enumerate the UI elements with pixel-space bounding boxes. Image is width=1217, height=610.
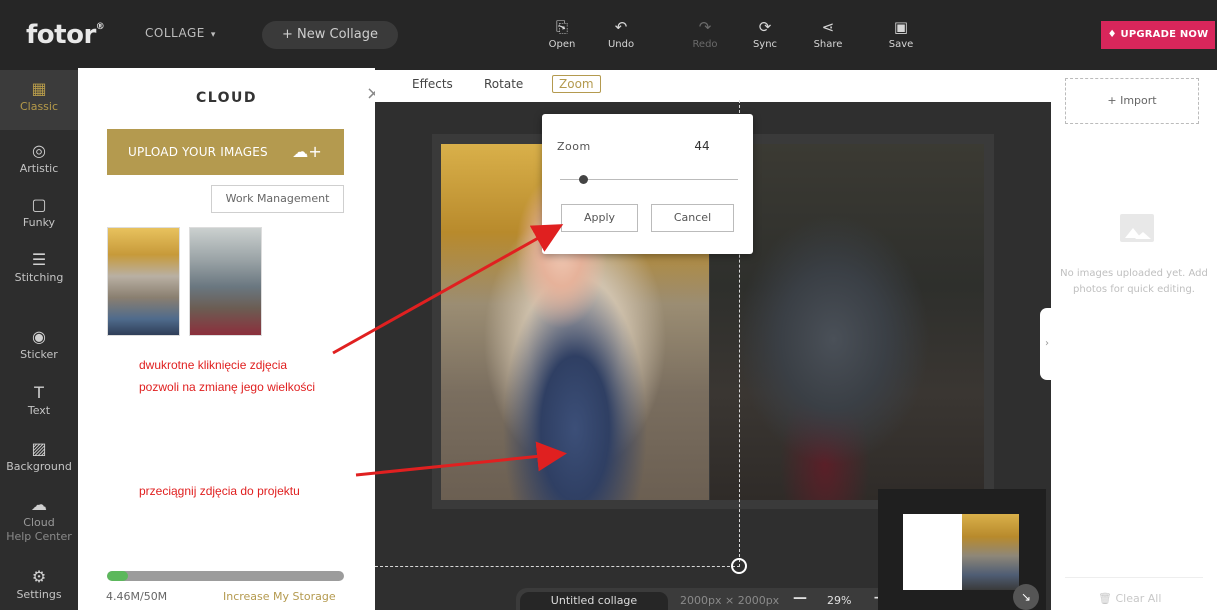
chevron-down-icon: ▾ xyxy=(210,30,216,40)
save-button[interactable]: ▣ Save xyxy=(876,18,926,50)
nav-artistic[interactable]: ◎ Artistic xyxy=(0,141,78,176)
fotor-logo[interactable]: fotor® xyxy=(26,20,105,50)
empty-state-text: No images uploaded yet. Add photos for q… xyxy=(1060,268,1208,295)
grid-icon: ▦ xyxy=(31,79,47,98)
tab-zoom[interactable]: Zoom xyxy=(552,75,601,93)
nav-stitching[interactable]: ☰ Stitching xyxy=(0,250,78,285)
rotate-handle[interactable] xyxy=(731,558,747,574)
divider xyxy=(1065,577,1203,578)
funky-icon: ▢ xyxy=(31,195,47,214)
trash-icon: 🗑 xyxy=(1098,592,1112,605)
sync-icon: ⟳ xyxy=(758,18,772,36)
work-management-button[interactable]: Work Management xyxy=(211,185,344,213)
zoom-slider-handle[interactable] xyxy=(579,175,588,184)
increase-storage-link[interactable]: Increase My Storage xyxy=(223,590,336,603)
sticker-icon: ◉ xyxy=(32,327,46,346)
zoom-value-input[interactable] xyxy=(672,134,732,158)
nav-help-center[interactable]: Help Center xyxy=(0,530,78,543)
undo-icon: ↶ xyxy=(614,18,628,36)
save-icon: ▣ xyxy=(893,18,909,36)
minimap-photo xyxy=(962,514,1019,590)
cloud-icon: ☁ xyxy=(31,495,47,514)
settings-icon: ⚙ xyxy=(31,567,47,586)
import-button[interactable]: + Import xyxy=(1065,78,1199,124)
annotation-text: przeciągnij zdjęcia do projektu xyxy=(139,484,300,498)
resize-guide xyxy=(375,566,740,567)
zoom-out-button[interactable]: — xyxy=(793,590,807,606)
nav-classic[interactable]: ▦ Classic xyxy=(0,70,78,130)
cancel-button[interactable]: Cancel xyxy=(651,204,734,232)
top-bar: fotor® COLLAGE ▾ + New Collage ⎘ Open ↶ Und… xyxy=(0,0,1217,70)
cloud-panel: CLOUD × UPLOAD YOUR IMAGES ☁+ Work Manage… xyxy=(78,68,381,610)
zoom-percentage: 29% xyxy=(827,594,852,607)
share-icon: ⋖ xyxy=(821,18,835,36)
right-import-panel: + Import No images uploaded yet. Add pho… xyxy=(1051,70,1217,610)
nav-background[interactable]: ▨ Background xyxy=(0,439,78,474)
photo-edit-toolbar: Effects Rotate Zoom xyxy=(375,70,1051,102)
chevron-right-icon[interactable]: › xyxy=(1040,308,1054,380)
cloud-upload-icon: ☁+ xyxy=(292,142,322,161)
diamond-icon: ♦ xyxy=(1107,29,1117,40)
annotation-text: dwukrotne kliknięcie zdjęcia pozwoli na … xyxy=(139,358,316,394)
expand-icon[interactable]: ↘ xyxy=(1013,584,1039,610)
clear-all-button[interactable]: 🗑 Clear All xyxy=(1098,592,1161,605)
document-size: 2000px × 2000px xyxy=(680,594,780,607)
zoom-popup: Zoom Apply Cancel xyxy=(542,114,753,254)
new-collage-button[interactable]: + New Collage xyxy=(262,21,398,49)
document-name[interactable]: Untitled collage xyxy=(520,592,668,610)
nav-sticker[interactable]: ◉ Sticker xyxy=(0,327,78,362)
storage-progress-bar xyxy=(107,571,344,581)
zoom-label: Zoom xyxy=(557,140,591,153)
image-placeholder-icon xyxy=(1120,214,1154,242)
cloud-thumbnail[interactable] xyxy=(107,227,180,336)
upload-images-button[interactable]: UPLOAD YOUR IMAGES ☁+ xyxy=(107,129,344,175)
tab-rotate[interactable]: Rotate xyxy=(484,77,523,91)
text-icon: T xyxy=(34,383,44,402)
share-button[interactable]: ⋖ Share xyxy=(803,18,853,50)
nav-text[interactable]: T Text xyxy=(0,383,78,418)
panel-title: CLOUD xyxy=(195,90,258,106)
nav-funky[interactable]: ▢ Funky xyxy=(0,195,78,230)
collage-mode-dropdown[interactable]: COLLAGE ▾ xyxy=(145,26,216,40)
open-button[interactable]: ⎘ Open xyxy=(537,18,587,50)
sync-button[interactable]: ⟳ Sync xyxy=(740,18,790,50)
artistic-icon: ◎ xyxy=(32,141,46,160)
apply-button[interactable]: Apply xyxy=(561,204,638,232)
storage-used: 4.46M/50M xyxy=(106,590,168,603)
nav-cloud[interactable]: ☁ Cloud xyxy=(0,495,78,530)
cloud-thumbnail[interactable] xyxy=(189,227,262,336)
left-nav: ▦ Classic ◎ Artistic ▢ Funky ☰ Stitching ◉ St… xyxy=(0,70,78,610)
redo-button[interactable]: ↷ Redo xyxy=(680,18,730,50)
upgrade-now-button[interactable]: ♦ UPGRADE NOW xyxy=(1101,21,1215,49)
background-icon: ▨ xyxy=(31,439,47,458)
stitching-icon: ☰ xyxy=(31,250,47,269)
redo-icon: ↷ xyxy=(698,18,712,36)
nav-settings[interactable]: ⚙ Settings xyxy=(0,567,78,602)
tab-effects[interactable]: Effects xyxy=(412,77,453,91)
undo-button[interactable]: ↶ Undo xyxy=(596,18,646,50)
open-icon: ⎘ xyxy=(555,18,568,36)
